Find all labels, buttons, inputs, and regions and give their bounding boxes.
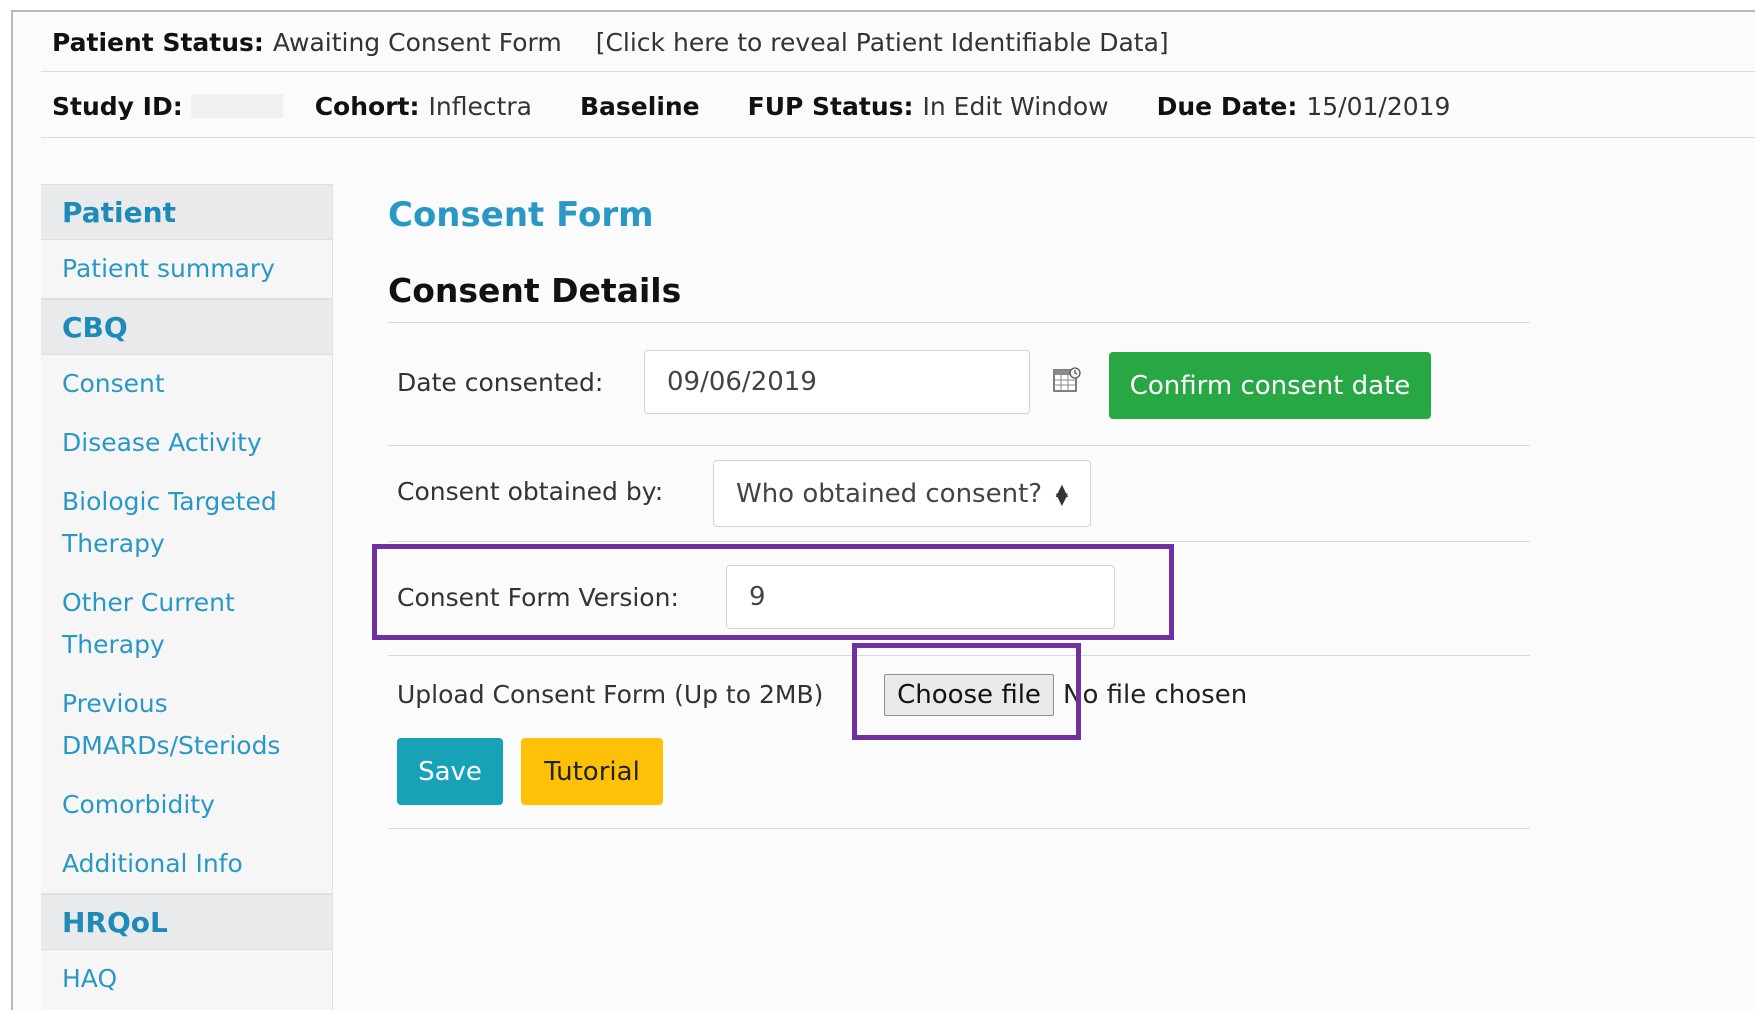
due-date-label: Due Date: bbox=[1156, 91, 1298, 121]
sidebar-section-patient: Patient bbox=[41, 184, 332, 240]
sidebar-item-previous-dmards[interactable]: Previous DMARDs/Steriods bbox=[41, 675, 280, 776]
patient-status-bar: Patient Status: Awaiting Consent Form [C… bbox=[41, 13, 1755, 72]
choose-file-button[interactable]: Choose file bbox=[884, 674, 1054, 716]
save-button[interactable]: Save bbox=[397, 738, 503, 805]
sidebar-section-hrqol: HRQoL bbox=[41, 894, 332, 950]
calendar-icon[interactable] bbox=[1053, 367, 1081, 393]
consent-obtained-selected: Who obtained consent? bbox=[736, 478, 1043, 509]
divider bbox=[388, 445, 1530, 446]
consent-form-version-label: Consent Form Version: bbox=[397, 583, 679, 612]
divider bbox=[388, 322, 1530, 323]
study-info-bar: Study ID: Cohort: Inflectra Baseline FUP… bbox=[41, 75, 1755, 138]
sidebar-item-comorbidity[interactable]: Comorbidity bbox=[41, 776, 332, 835]
consent-obtained-select[interactable]: Who obtained consent? ▲ ▼ bbox=[713, 460, 1091, 527]
confirm-consent-date-button[interactable]: Confirm consent date bbox=[1109, 352, 1431, 419]
section-title: Consent Details bbox=[388, 271, 682, 310]
consent-obtained-label: Consent obtained by: bbox=[397, 477, 664, 506]
sidebar-item-consent[interactable]: Consent bbox=[41, 355, 332, 414]
no-file-chosen-text: No file chosen bbox=[1063, 680, 1248, 710]
fup-status-label: FUP Status: bbox=[747, 91, 914, 121]
study-id-value-redacted bbox=[190, 94, 283, 118]
sidebar-nav: Patient Patient summary CBQ Consent Dise… bbox=[41, 184, 333, 1010]
divider bbox=[388, 655, 1530, 656]
sidebar-section-cbq: CBQ bbox=[41, 299, 332, 355]
divider bbox=[388, 541, 1530, 542]
sidebar-item-haq[interactable]: HAQ bbox=[41, 950, 332, 1009]
baseline-label: Baseline bbox=[579, 91, 700, 121]
consent-form-version-input[interactable]: 9 bbox=[726, 565, 1115, 629]
date-consented-label: Date consented: bbox=[397, 368, 604, 397]
divider bbox=[388, 828, 1530, 829]
upload-consent-form-label: Upload Consent Form (Up to 2MB) bbox=[397, 680, 824, 709]
tutorial-button[interactable]: Tutorial bbox=[521, 738, 663, 805]
sidebar-item-disease-activity[interactable]: Disease Activity bbox=[41, 414, 332, 473]
reveal-identifiable-data-link[interactable]: [Click here to reveal Patient Identifiab… bbox=[596, 28, 1169, 57]
page-title: Consent Form bbox=[388, 195, 654, 235]
fup-status-value: In Edit Window bbox=[922, 91, 1109, 121]
sort-caret-icon: ▲ ▼ bbox=[1055, 479, 1068, 508]
due-date-value: 15/01/2019 bbox=[1306, 91, 1451, 121]
cohort-label: Cohort: bbox=[314, 91, 420, 121]
date-consented-field[interactable]: 09/06/2019 bbox=[644, 350, 1030, 414]
cohort-value: Inflectra bbox=[428, 91, 532, 121]
sidebar-item-biologic-targeted-therapy[interactable]: Biologic Targeted Therapy bbox=[41, 473, 282, 574]
sidebar-item-other-current-therapy[interactable]: Other Current Therapy bbox=[41, 574, 252, 675]
patient-status-value: Awaiting Consent Form bbox=[272, 27, 562, 57]
patient-status-label: Patient Status: bbox=[52, 27, 264, 57]
study-id-label: Study ID: bbox=[52, 91, 183, 121]
sidebar-item-additional-info[interactable]: Additional Info bbox=[41, 835, 332, 894]
sidebar-item-patient-summary[interactable]: Patient summary bbox=[41, 240, 332, 299]
